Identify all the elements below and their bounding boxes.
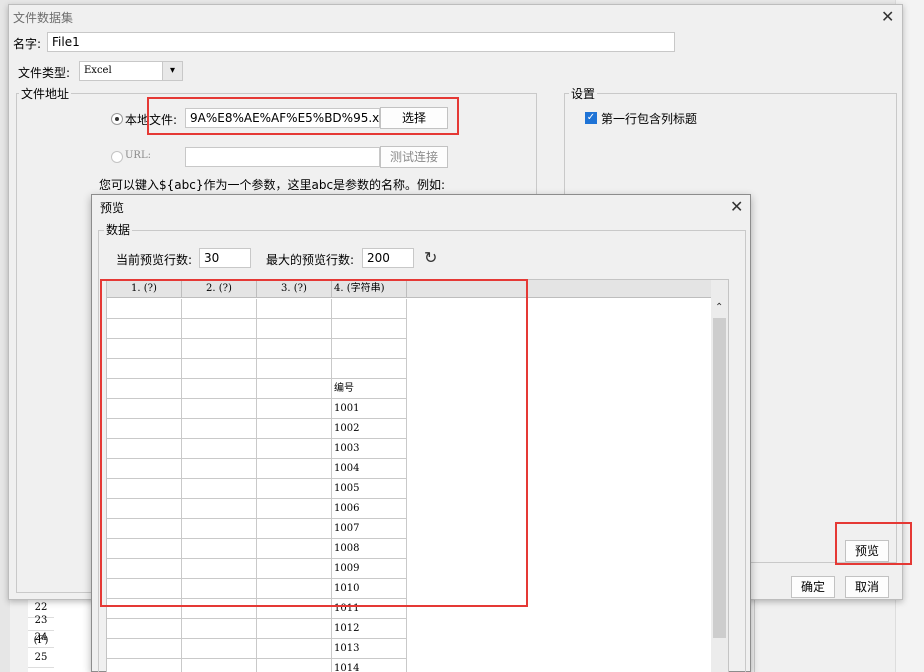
table-cell: 1014 [332, 659, 407, 672]
dialog-title: 文件数据集 [13, 11, 74, 25]
highlight-box-local-file [147, 97, 459, 135]
table-cell [107, 659, 182, 672]
refresh-icon[interactable]: ↻ [424, 248, 437, 268]
first-row-header-label: 第一行包含列标题 [601, 112, 698, 126]
close-icon[interactable]: ✕ [730, 199, 743, 215]
preview-title: 预览 [100, 201, 125, 215]
table-cell [257, 639, 332, 659]
address-group-label: 文件地址 [19, 85, 72, 102]
name-input[interactable]: File1 [47, 32, 675, 52]
preview-dialog: 预览 ✕ 数据 当前预览行数: 30 最大的预览行数: 200 ↻ 1. (?)… [91, 194, 751, 672]
table-cell [182, 639, 257, 659]
local-file-radio[interactable] [111, 113, 123, 125]
max-rows-input[interactable]: 200 [362, 248, 414, 268]
url-label: URL: [125, 150, 151, 161]
table-cell [257, 659, 332, 672]
scrollbar-thumb[interactable] [713, 318, 726, 638]
table-cell [182, 659, 257, 672]
row-number: 24 [28, 628, 54, 648]
name-label: 名字: [13, 37, 42, 51]
settings-group-label: 设置 [569, 85, 598, 102]
vertical-scrollbar[interactable]: ⌃ [711, 280, 728, 672]
close-icon[interactable]: ✕ [881, 9, 894, 25]
cancel-button[interactable]: 取消 [845, 576, 889, 598]
table-cell [182, 619, 257, 639]
file-type-label: 文件类型: [18, 66, 71, 80]
row-number: 25 [28, 648, 54, 668]
url-input[interactable] [185, 147, 380, 167]
hint-text: 您可以键入${abc}作为一个参数，这里abc是参数的名称。例如: [99, 178, 446, 192]
current-rows-input[interactable]: 30 [199, 248, 251, 268]
highlight-box-table [100, 279, 528, 607]
url-radio[interactable] [111, 151, 123, 163]
background-sheet: 22 23 (F) 24 25 [28, 598, 98, 672]
highlight-box-preview [835, 522, 912, 565]
table-cell: 1012 [332, 619, 407, 639]
ok-button[interactable]: 确定 [791, 576, 835, 598]
table-cell: 1013 [332, 639, 407, 659]
data-group-label: 数据 [104, 221, 133, 238]
current-rows-label: 当前预览行数: [116, 253, 193, 267]
test-connection-button[interactable]: 测试连接 [380, 146, 448, 168]
background-panel-bottom [754, 598, 820, 672]
max-rows-label: 最大的预览行数: [266, 253, 355, 267]
file-type-value: Excel [84, 65, 112, 76]
scroll-up-icon[interactable]: ⌃ [715, 302, 723, 313]
table-cell [107, 619, 182, 639]
table-cell [107, 639, 182, 659]
table-cell [257, 619, 332, 639]
chevron-down-icon[interactable]: ▾ [162, 62, 182, 80]
first-row-header-checkbox[interactable]: ✓ [585, 112, 597, 124]
